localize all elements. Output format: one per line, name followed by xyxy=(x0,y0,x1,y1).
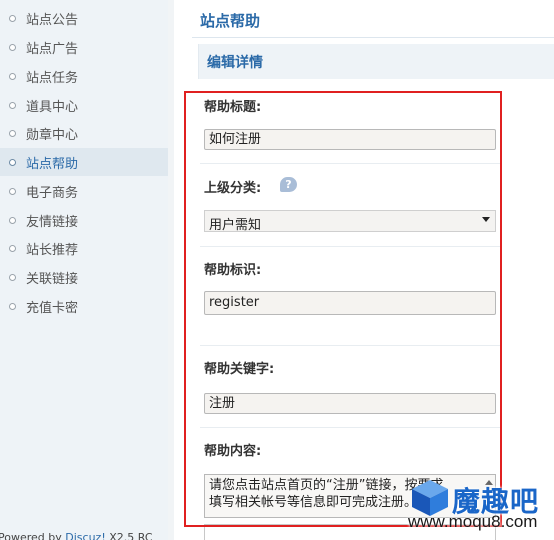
help-title-input[interactable]: 如何注册 xyxy=(204,129,496,150)
watermark-url: www.moqu8.com xyxy=(408,512,538,531)
section-title: 编辑详情 xyxy=(207,55,263,71)
sidebar-item-label: 站点广告 xyxy=(26,41,79,57)
sidebar-item-label: 友情链接 xyxy=(26,214,79,230)
sidebar-item-related-links[interactable]: 关联链接 xyxy=(0,263,168,291)
parent-category-selected: 用户需知 xyxy=(209,218,262,233)
sidebar-item-tasks[interactable]: 站点任务 xyxy=(0,62,168,90)
sidebar-item-label: 勋章中心 xyxy=(26,127,79,143)
watermark: 魔趣吧 www.moqu8.com xyxy=(408,478,554,540)
help-keyword-label: 帮助关键字: xyxy=(204,362,275,377)
row-divider xyxy=(200,246,500,247)
sidebar-item-medals[interactable]: 勋章中心 xyxy=(0,119,168,147)
sidebar-item-ads[interactable]: 站点广告 xyxy=(0,33,168,61)
help-tooltip-icon[interactable]: ? xyxy=(280,177,297,192)
sidebar-item-label: 站点任务 xyxy=(26,70,79,86)
help-title-label: 帮助标题: xyxy=(204,100,262,115)
footer-powered-by: Powered by Discuz! X2.5 RC xyxy=(0,531,153,540)
row-divider xyxy=(200,163,500,164)
parent-category-select[interactable]: 用户需知 xyxy=(204,210,496,233)
sidebar-item-label: 站点帮助 xyxy=(26,156,79,172)
title-divider xyxy=(192,37,554,38)
help-identifier-input[interactable]: register xyxy=(204,291,496,315)
sidebar-item-label: 电子商务 xyxy=(26,185,79,201)
sidebar-item-label: 站长推荐 xyxy=(26,242,79,258)
section-header: 编辑详情 xyxy=(198,44,554,79)
footer-prefix: Powered by xyxy=(0,531,66,540)
sidebar-item-announcement[interactable]: 站点公告 xyxy=(0,4,168,32)
help-content-label: 帮助内容: xyxy=(204,444,262,459)
sidebar-item-friend-links[interactable]: 友情链接 xyxy=(0,206,168,234)
main-panel: 站点帮助 编辑详情 帮助标题: 如何注册 上级分类: ? 用户需知 帮助标识: … xyxy=(174,0,554,540)
sidebar-item-recommend[interactable]: 站长推荐 xyxy=(0,234,168,262)
bullet-icon xyxy=(9,216,16,224)
sidebar-item-help[interactable]: 站点帮助 xyxy=(0,148,168,176)
sidebar-item-label: 关联链接 xyxy=(26,271,79,287)
footer-discuz-link[interactable]: Discuz! xyxy=(65,531,105,540)
parent-category-label: 上级分类: xyxy=(204,181,262,196)
bullet-icon xyxy=(9,14,16,22)
help-keyword-input[interactable]: 注册 xyxy=(204,393,496,414)
bullet-icon xyxy=(9,302,16,310)
sidebar-item-recharge-cards[interactable]: 充值卡密 xyxy=(0,292,168,320)
bullet-icon xyxy=(9,158,16,166)
bullet-icon xyxy=(9,101,16,109)
row-divider xyxy=(200,345,500,346)
bullet-icon xyxy=(9,72,16,80)
bullet-icon xyxy=(9,187,16,195)
footer-version: X2.5 RC xyxy=(105,531,153,540)
help-identifier-label: 帮助标识: xyxy=(204,263,262,278)
sidebar: 站点公告 站点广告 站点任务 道具中心 勋章中心 站点帮助 电子商务 友情链接 … xyxy=(0,0,168,540)
page-title: 站点帮助 xyxy=(200,12,261,30)
bullet-icon xyxy=(9,273,16,281)
bullet-icon xyxy=(9,129,16,137)
sidebar-item-ecommerce[interactable]: 电子商务 xyxy=(0,177,168,205)
sidebar-item-label: 站点公告 xyxy=(26,12,79,28)
sidebar-item-label: 道具中心 xyxy=(26,99,79,115)
sidebar-item-props[interactable]: 道具中心 xyxy=(0,91,168,119)
bullet-icon xyxy=(9,43,16,51)
dropdown-arrow-icon xyxy=(482,217,490,222)
row-divider xyxy=(200,427,500,428)
sidebar-item-label: 充值卡密 xyxy=(26,300,79,316)
bullet-icon xyxy=(9,244,16,252)
